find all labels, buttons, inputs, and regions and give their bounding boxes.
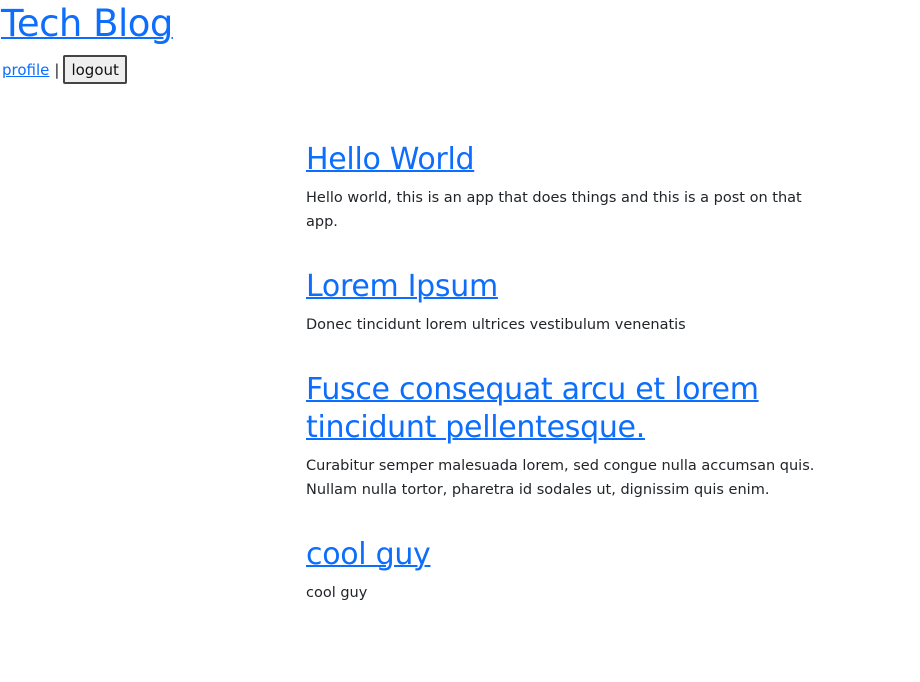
post-title-link[interactable]: cool guy: [306, 537, 431, 572]
post-title-link[interactable]: Fusce consequat arcu et lorem tincidunt …: [306, 372, 759, 445]
post-title: Hello World: [306, 141, 866, 179]
nav-separator: |: [54, 60, 60, 79]
post-body: Hello world, this is an app that does th…: [306, 190, 802, 230]
site-title: Tech Blog: [1, 2, 173, 46]
post-item: cool guy cool guy: [306, 536, 866, 605]
post-title-link[interactable]: Hello World: [306, 142, 475, 177]
post-item: Lorem Ipsum Donec tincidunt lorem ultric…: [306, 268, 866, 337]
post-body: Donec tincidunt lorem ultrices vestibulu…: [306, 317, 686, 333]
post-title: cool guy: [306, 536, 866, 574]
profile-link[interactable]: profile: [2, 61, 49, 79]
post-title: Lorem Ipsum: [306, 268, 866, 306]
post-title-link[interactable]: Lorem Ipsum: [306, 269, 498, 304]
logout-button[interactable]: logout: [63, 55, 127, 84]
site-title-link[interactable]: Tech Blog: [1, 2, 173, 45]
post-item: Hello World Hello world, this is an app …: [306, 141, 866, 234]
post-body: Curabitur semper malesuada lorem, sed co…: [306, 458, 815, 498]
header-nav: profile | logout: [2, 55, 127, 84]
post-title: Fusce consequat arcu et lorem tincidunt …: [306, 371, 866, 447]
post-body: cool guy: [306, 585, 368, 601]
post-list: Hello World Hello world, this is an app …: [306, 141, 866, 605]
post-item: Fusce consequat arcu et lorem tincidunt …: [306, 371, 866, 502]
